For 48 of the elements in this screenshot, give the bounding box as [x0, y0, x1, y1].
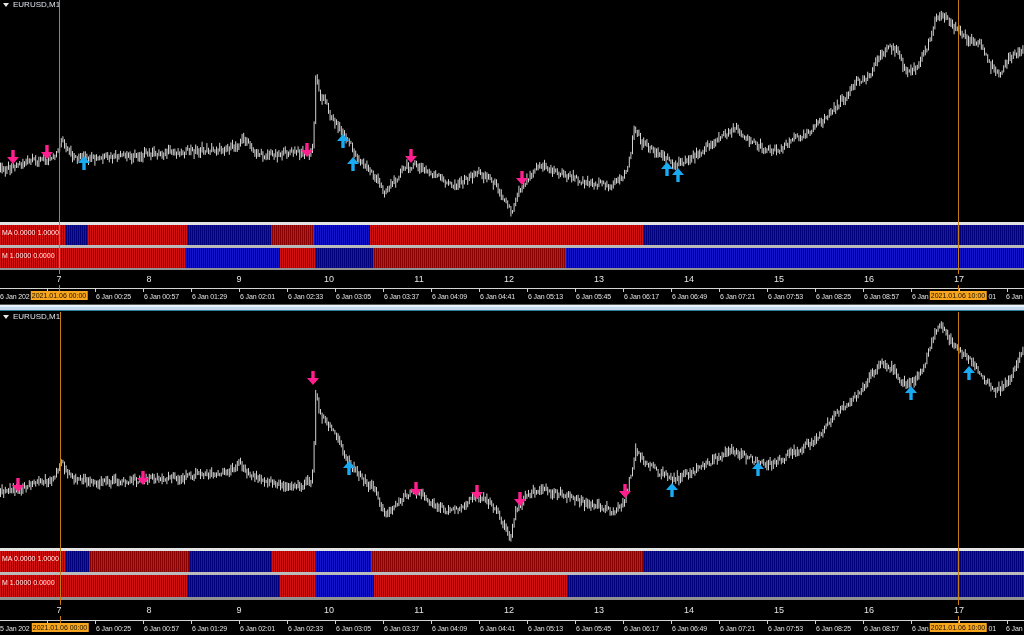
scale-label: 14 [683, 273, 695, 285]
scale-label: 9 [235, 604, 243, 616]
up-arrow-icon [337, 134, 349, 148]
up-arrow-icon [905, 386, 917, 400]
up-arrow-icon [963, 366, 975, 380]
caret-icon[interactable] [3, 315, 9, 319]
scale-label: 16 [863, 273, 875, 285]
down-arrow-icon [12, 478, 24, 492]
scale-label: 13 [593, 604, 605, 616]
down-arrow-icon [7, 150, 19, 164]
scale-label: 8 [145, 273, 153, 285]
up-arrow-icon [666, 483, 678, 497]
scale-label: 8 [145, 604, 153, 616]
scale-label: 10 [323, 604, 335, 616]
up-arrow-icon [672, 168, 684, 182]
scale-label: 9 [235, 273, 243, 285]
down-arrow-icon [514, 492, 526, 506]
scale-label: 11 [413, 604, 425, 616]
down-arrow-icon [410, 482, 422, 496]
down-arrow-icon [516, 171, 528, 185]
scale-label: 16 [863, 604, 875, 616]
down-arrow-icon [301, 143, 313, 157]
symbol-title: EURUSD,M1 [13, 0, 61, 10]
scale-label: 15 [773, 604, 785, 616]
down-arrow-icon [137, 471, 149, 485]
down-arrow-icon [307, 371, 319, 385]
scale-label: 14 [683, 604, 695, 616]
down-arrow-icon [471, 485, 483, 499]
down-arrow-icon [41, 145, 53, 159]
down-arrow-icon [619, 484, 631, 498]
scale-label: 11 [413, 273, 425, 285]
scale-label: 7 [55, 273, 63, 285]
scale-label: 12 [503, 273, 515, 285]
up-arrow-icon [347, 157, 359, 171]
up-arrow-icon [752, 462, 764, 476]
up-arrow-icon [343, 461, 355, 475]
scale-label: 10 [323, 273, 335, 285]
scale-label: 12 [503, 604, 515, 616]
scale-label: 13 [593, 273, 605, 285]
scale-label: 17 [953, 604, 965, 616]
up-arrow-icon [661, 162, 673, 176]
scale-label: 7 [55, 604, 63, 616]
scale-label: 15 [773, 273, 785, 285]
scale-label: 17 [953, 273, 965, 285]
caret-icon[interactable] [3, 3, 9, 7]
symbol-title: EURUSD,M1 [13, 312, 61, 322]
up-arrow-icon [78, 156, 90, 170]
down-arrow-icon [405, 149, 417, 163]
